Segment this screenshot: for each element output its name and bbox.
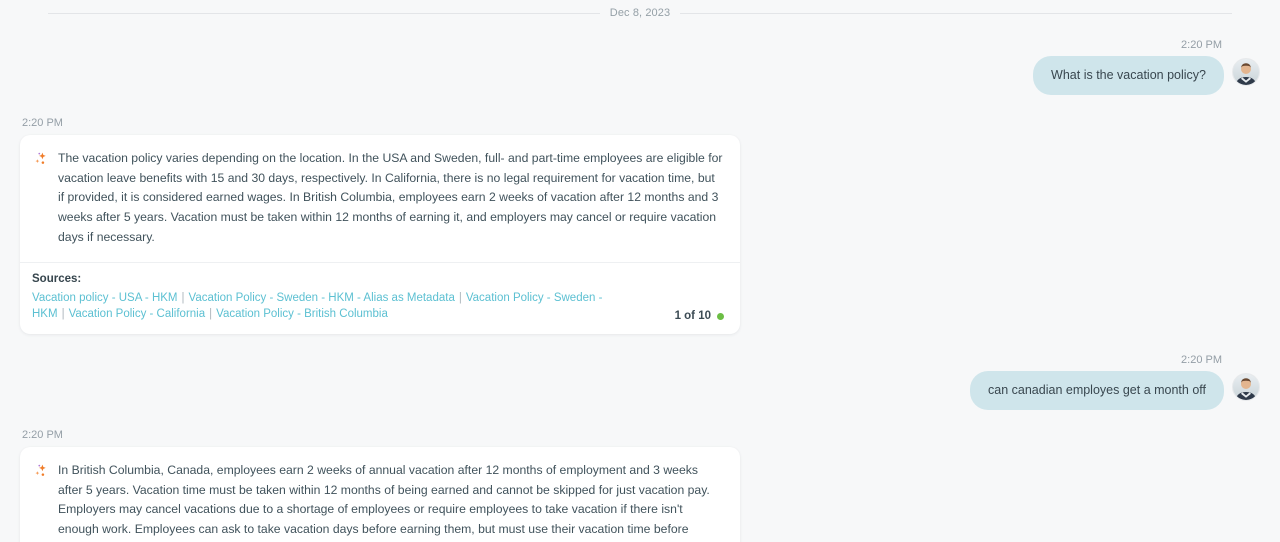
- result-counter-label: 1 of 10: [674, 310, 711, 323]
- message-row-user: 2:20 PM can canadian employes get a mont…: [0, 354, 1280, 410]
- user-avatar[interactable]: [1232, 373, 1260, 402]
- user-message-stack: 2:20 PM can canadian employes get a mont…: [970, 354, 1224, 410]
- answer-body: The vacation policy varies depending on …: [20, 135, 740, 262]
- user-message-stack: 2:20 PM What is the vacation policy?: [1033, 39, 1224, 95]
- message-timestamp: 2:20 PM: [1181, 354, 1222, 367]
- source-link[interactable]: Vacation Policy - British Columbia: [216, 308, 388, 320]
- sparkle-icon: [34, 464, 48, 478]
- source-separator: |: [209, 308, 213, 321]
- divider-rule-right: [680, 12, 1233, 14]
- message-row-assistant: 2:20 PM The vacation policy varies depen…: [0, 116, 1280, 335]
- user-message-bubble[interactable]: What is the vacation policy?: [1033, 56, 1224, 95]
- sources-links-row: Vacation policy - USA - HKM | Vacation Pol…: [32, 290, 724, 323]
- user-avatar-photo: [1233, 374, 1259, 401]
- sparkle-icon: [34, 152, 48, 166]
- message-row-user: 2:20 PM What is the vacation policy?: [0, 39, 1280, 95]
- assistant-answer-text: The vacation policy varies depending on …: [58, 150, 723, 244]
- sources-block: Sources: Vacation policy - USA - HKM | Vac…: [20, 261, 740, 334]
- assistant-answer-card[interactable]: In British Columbia, Canada, employees e…: [20, 446, 740, 542]
- source-separator: |: [458, 291, 462, 304]
- source-link[interactable]: Vacation policy - USA - HKM: [32, 292, 178, 304]
- message-row-assistant: 2:20 PM In British Columbia, Canada, emp…: [0, 429, 1280, 542]
- user-avatar-photo: [1233, 59, 1259, 85]
- divider-rule-left: [48, 12, 600, 14]
- user-avatar[interactable]: [1232, 58, 1260, 86]
- source-link[interactable]: Vacation Policy - California: [69, 308, 206, 320]
- assistant-answer-card[interactable]: The vacation policy varies depending on …: [20, 134, 740, 335]
- assistant-answer-text: In British Columbia, Canada, employees e…: [58, 462, 710, 542]
- source-separator: |: [61, 308, 65, 321]
- source-link[interactable]: Vacation Policy - Sweden - HKM - Alias a…: [189, 292, 455, 304]
- message-timestamp: 2:20 PM: [22, 428, 63, 441]
- sources-label: Sources:: [32, 272, 82, 285]
- source-separator: |: [181, 291, 185, 304]
- message-timestamp: 2:20 PM: [1181, 39, 1222, 51]
- answer-body: In British Columbia, Canada, employees e…: [20, 447, 740, 542]
- result-counter: 1 of 10: [675, 310, 724, 323]
- user-message-bubble[interactable]: can canadian employes get a month off: [970, 371, 1224, 410]
- source-link-list: Vacation policy - USA - HKM | Vacation Pol…: [32, 290, 632, 323]
- message-timestamp: 2:20 PM: [22, 116, 63, 129]
- chat-transcript[interactable]: Dec 8, 2023 2:20 PM What is the vacation…: [0, 0, 1280, 542]
- date-divider: Dec 8, 2023: [0, 5, 1280, 21]
- status-dot-icon: [717, 312, 724, 320]
- date-divider-label: Dec 8, 2023: [609, 7, 671, 19]
